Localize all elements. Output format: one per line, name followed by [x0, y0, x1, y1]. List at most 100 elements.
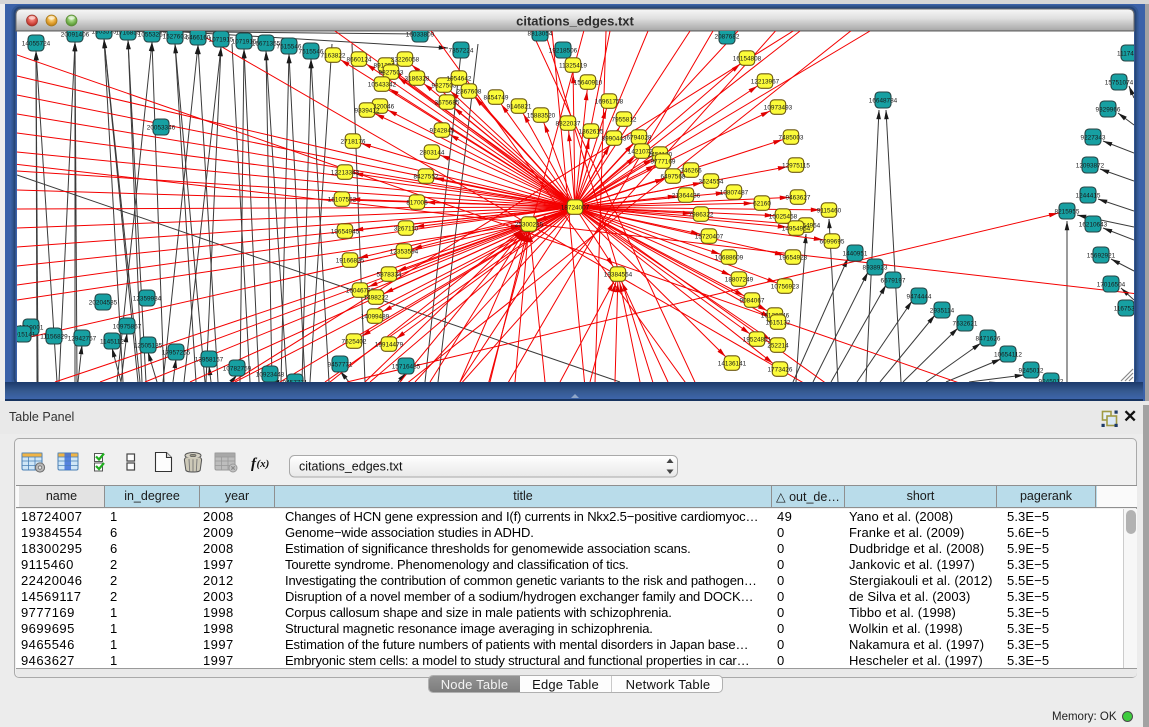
- svg-text:2087682: 2087682: [715, 33, 740, 40]
- svg-text:9227343: 9227343: [1081, 134, 1106, 141]
- svg-text:15720407: 15720407: [695, 233, 724, 240]
- svg-text:1071915: 1071915: [209, 36, 234, 43]
- svg-text:2935114: 2935114: [930, 307, 955, 314]
- svg-text:6497568: 6497568: [661, 173, 686, 180]
- svg-text:16210643: 16210643: [1079, 221, 1108, 228]
- svg-text:10543342: 10543342: [368, 81, 397, 88]
- svg-text:15751074: 15751074: [1105, 79, 1134, 86]
- svg-text:18807249: 18807249: [725, 276, 754, 283]
- svg-text:7625402: 7625402: [342, 338, 367, 345]
- svg-text:8660124: 8660124: [347, 56, 372, 63]
- svg-text:25300215: 25300215: [515, 221, 544, 228]
- svg-text:8938923: 8938923: [863, 264, 888, 271]
- svg-text:9115460: 9115460: [817, 207, 842, 214]
- svg-text:19384554: 19384554: [604, 271, 633, 278]
- svg-text:17016504: 17016504: [1097, 281, 1126, 288]
- svg-text:15692921: 15692921: [1087, 252, 1116, 259]
- svg-text:9339412: 9339412: [355, 107, 380, 114]
- svg-text:14136141: 14136141: [718, 360, 747, 367]
- svg-text:19654945: 19654945: [331, 228, 360, 235]
- svg-text:10654112: 10654112: [994, 351, 1022, 358]
- svg-text:15716485: 15716485: [392, 363, 421, 370]
- svg-text:12353594: 12353594: [390, 248, 419, 255]
- svg-text:2718176: 2718176: [341, 138, 366, 145]
- svg-text:16961758: 16961758: [595, 98, 624, 105]
- svg-text:6679197: 6679197: [881, 277, 906, 284]
- svg-text:7955812: 7955812: [612, 116, 637, 123]
- svg-text:18724007: 18724007: [561, 204, 590, 211]
- svg-text:9084067: 9084067: [740, 297, 765, 304]
- svg-text:9474444: 9474444: [907, 293, 932, 300]
- svg-text:1773426: 1773426: [768, 366, 793, 373]
- svg-text:citations_edges.txt: citations_edges.txt: [516, 14, 634, 29]
- svg-text:14954954: 14954954: [782, 225, 811, 232]
- svg-text:8471626: 8471626: [976, 335, 1001, 342]
- svg-text:20204535: 20204535: [89, 299, 118, 306]
- svg-text:1954642: 1954642: [447, 75, 472, 82]
- svg-text:3675685: 3675685: [435, 99, 460, 106]
- svg-text:1362615: 1362615: [579, 128, 604, 135]
- svg-text:16107552: 16107552: [328, 196, 357, 203]
- svg-text:23226058: 23226058: [391, 56, 420, 63]
- svg-text:1527602: 1527602: [163, 33, 188, 40]
- svg-text:2803144: 2803144: [420, 149, 445, 156]
- svg-text:12213967: 12213967: [751, 78, 780, 85]
- svg-text:12505135: 12505135: [134, 342, 163, 349]
- svg-text:9329966: 9329966: [1096, 106, 1121, 113]
- svg-text:9457771: 9457771: [328, 361, 353, 368]
- svg-text:7163822: 7163822: [321, 52, 346, 59]
- svg-text:15883520: 15883520: [527, 112, 556, 119]
- svg-text:8215955: 8215955: [1055, 208, 1080, 215]
- svg-text:6466160: 6466160: [186, 34, 211, 41]
- svg-text:1244415: 1244415: [1076, 192, 1101, 199]
- svg-text:17957255: 17957255: [162, 349, 191, 356]
- svg-text:20053346: 20053346: [147, 124, 176, 131]
- svg-text:10923448: 10923448: [256, 371, 285, 378]
- svg-text:12093872: 12093872: [1076, 162, 1105, 169]
- svg-text:252214: 252214: [767, 342, 789, 349]
- svg-text:11156829: 11156829: [40, 333, 68, 340]
- svg-text:11325419: 11325419: [559, 62, 587, 69]
- svg-text:9242845: 9242845: [430, 127, 455, 134]
- svg-text:1498222: 1498222: [364, 294, 389, 301]
- svg-text:3186328: 3186328: [405, 75, 430, 82]
- svg-text:12942757: 12942757: [68, 335, 97, 342]
- svg-text:19914479: 19914479: [375, 341, 404, 348]
- svg-text:12975115: 12975115: [782, 162, 810, 169]
- svg-text:9463627: 9463627: [786, 194, 811, 201]
- svg-text:13958157: 13958157: [195, 356, 224, 363]
- svg-text:10756923: 10756923: [771, 283, 800, 290]
- svg-text:16648784: 16648784: [869, 97, 898, 104]
- svg-text:(x): (x): [257, 458, 270, 470]
- svg-text:14099489: 14099489: [361, 313, 390, 320]
- svg-text:6794028: 6794028: [627, 134, 652, 141]
- svg-text:12359934: 12359934: [133, 295, 162, 302]
- svg-text:16033809: 16033809: [406, 31, 435, 38]
- svg-text:6099695: 6099695: [820, 238, 845, 245]
- svg-text:8813054: 8813054: [528, 30, 553, 37]
- svg-text:9245012: 9245012: [1019, 367, 1044, 374]
- svg-text:2367608: 2367608: [457, 88, 482, 95]
- svg-text:7986322: 7986322: [689, 211, 714, 218]
- svg-text:19654923: 19654923: [779, 254, 808, 261]
- svg-text:7485003: 7485003: [779, 134, 804, 141]
- svg-text:7357224: 7357224: [449, 47, 474, 54]
- svg-text:12213343: 12213343: [331, 169, 360, 176]
- svg-text:8990443: 8990443: [602, 135, 627, 142]
- svg-text:16154808: 16154808: [733, 55, 762, 62]
- svg-text:citations_edges.txt: citations_edges.txt: [299, 460, 403, 474]
- svg-text:7632621: 7632621: [953, 320, 978, 327]
- svg-text:817006: 817006: [406, 199, 428, 206]
- svg-text:9777169: 9777169: [651, 158, 676, 165]
- svg-text:10688609: 10688609: [715, 254, 744, 261]
- svg-text:8427552: 8427552: [414, 173, 439, 180]
- svg-text:62160: 62160: [753, 200, 771, 207]
- svg-text:10973493: 10973493: [764, 104, 793, 111]
- svg-text:19166825: 19166825: [336, 257, 365, 264]
- svg-text:20091406: 20091406: [61, 31, 90, 38]
- svg-text:10782759: 10782759: [223, 365, 252, 372]
- svg-text:14055724: 14055724: [22, 40, 51, 47]
- svg-text:1145112: 1145112: [100, 338, 124, 345]
- svg-text:5878334: 5878334: [377, 271, 402, 278]
- svg-text:9146821: 9146821: [507, 103, 532, 110]
